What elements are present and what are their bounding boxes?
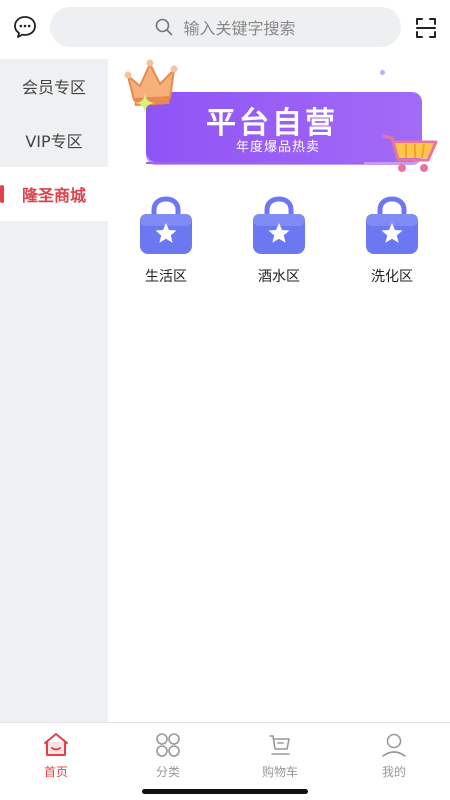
- category-label: 生活区: [145, 269, 187, 285]
- profile-icon: [382, 733, 406, 757]
- decor-dot: [380, 70, 385, 75]
- banner-subtitle: 年度爆品热卖: [236, 140, 321, 155]
- category-toiletries-zone[interactable]: 洗化区: [342, 196, 442, 296]
- sidebar-item-member-zone[interactable]: 会员专区: [0, 59, 108, 113]
- sparkle-icon: [135, 93, 155, 113]
- category-label: 酒水区: [258, 269, 300, 285]
- tab-home[interactable]: 首页: [0, 731, 112, 781]
- shopping-cart-icon: [382, 134, 438, 172]
- star-bag-icon: [253, 196, 305, 254]
- star-bag-icon: [366, 196, 418, 254]
- scan-button[interactable]: [410, 12, 442, 44]
- sidebar-item-vip-zone[interactable]: VIP专区: [0, 113, 108, 167]
- home-indicator[interactable]: [142, 789, 308, 794]
- cart-icon: [269, 735, 290, 755]
- chat-button[interactable]: [10, 12, 40, 42]
- sidebar-item-label: 隆圣商城: [21, 186, 86, 205]
- category-life-zone[interactable]: 生活区: [116, 196, 216, 296]
- tab-label: 首页: [43, 765, 68, 779]
- category-drinks-zone[interactable]: 酒水区: [229, 196, 329, 296]
- category-grid: 生活区 酒水区 洗化区: [108, 196, 450, 296]
- chat-bubble-icon: [14, 16, 36, 38]
- top-bar: 输入关键字搜索: [0, 0, 450, 56]
- category-icon: [156, 733, 180, 757]
- tab-label: 我的: [381, 765, 406, 779]
- banner-panel: 平台自营 年度爆品热卖: [146, 92, 422, 162]
- sidebar-item-longsheng-mall[interactable]: 隆圣商城: [0, 167, 108, 221]
- tab-label: 分类: [155, 765, 180, 779]
- home-icon: [44, 733, 68, 756]
- star-bag-icon: [140, 196, 192, 254]
- platform-banner[interactable]: 平台自营 年度爆品热卖: [120, 58, 440, 178]
- category-label: 洗化区: [371, 269, 413, 285]
- banner-underline: [146, 162, 364, 164]
- search-icon: [156, 18, 173, 36]
- search-bar[interactable]: 输入关键字搜索: [50, 7, 401, 47]
- tab-category[interactable]: 分类: [112, 731, 224, 781]
- sidebar-item-label: 会员专区: [21, 78, 86, 97]
- category-sidebar: 会员专区 VIP专区 隆圣商城: [0, 59, 108, 723]
- scan-icon: [416, 18, 436, 38]
- tab-profile[interactable]: 我的: [338, 731, 450, 781]
- sidebar-item-label: VIP专区: [25, 132, 83, 151]
- tab-cart[interactable]: 购物车: [224, 731, 336, 781]
- search-placeholder: 输入关键字搜索: [183, 19, 296, 38]
- tab-label: 购物车: [261, 765, 298, 779]
